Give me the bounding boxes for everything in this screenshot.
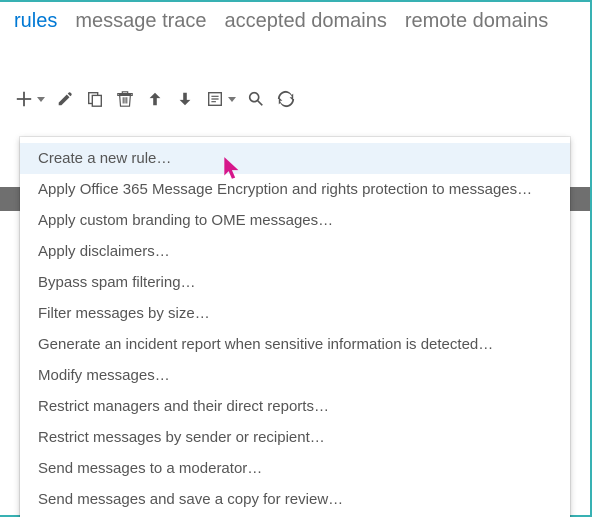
- menu-item[interactable]: Bypass spam filtering…: [20, 267, 570, 298]
- new-rule-dropdown: Create a new rule…Apply Office 365 Messa…: [20, 137, 570, 517]
- move-down-button[interactable]: [175, 89, 195, 109]
- tab-rules[interactable]: rules: [14, 10, 57, 33]
- menu-item[interactable]: Restrict managers and their direct repor…: [20, 391, 570, 422]
- copy-icon: [86, 90, 104, 108]
- edit-button[interactable]: [55, 89, 75, 109]
- refresh-icon: [277, 90, 295, 108]
- menu-item[interactable]: Send messages and save a copy for review…: [20, 484, 570, 515]
- tab-bar: rules message trace accepted domains rem…: [0, 2, 590, 39]
- menu-item[interactable]: Modify messages…: [20, 360, 570, 391]
- refresh-button[interactable]: [276, 89, 296, 109]
- delete-button[interactable]: [115, 89, 135, 109]
- menu-item[interactable]: Restrict messages by sender or recipient…: [20, 422, 570, 453]
- export-icon: [205, 89, 225, 109]
- trash-icon: [116, 90, 134, 108]
- search-icon: [247, 90, 265, 108]
- search-button[interactable]: [246, 89, 266, 109]
- copy-button[interactable]: [85, 89, 105, 109]
- menu-item[interactable]: Filter messages by size…: [20, 298, 570, 329]
- menu-item[interactable]: Apply custom branding to OME messages…: [20, 205, 570, 236]
- toolbar: [0, 39, 590, 117]
- menu-item[interactable]: Create a new rule…: [20, 143, 570, 174]
- menu-item[interactable]: Generate an incident report when sensiti…: [20, 329, 570, 360]
- menu-item[interactable]: Send messages to a moderator…: [20, 453, 570, 484]
- arrow-up-icon: [146, 90, 164, 108]
- tab-message-trace[interactable]: message trace: [75, 10, 206, 33]
- move-up-button[interactable]: [145, 89, 165, 109]
- tab-accepted-domains[interactable]: accepted domains: [225, 10, 387, 33]
- plus-icon: [14, 89, 34, 109]
- new-rule-button[interactable]: [14, 89, 45, 109]
- menu-item[interactable]: Apply Office 365 Message Encryption and …: [20, 174, 570, 205]
- export-button[interactable]: [205, 89, 236, 109]
- tab-remote-domains[interactable]: remote domains: [405, 10, 548, 33]
- chevron-down-icon: [37, 97, 45, 102]
- chevron-down-icon: [228, 97, 236, 102]
- pencil-icon: [56, 90, 74, 108]
- arrow-down-icon: [176, 90, 194, 108]
- menu-item[interactable]: Apply disclaimers…: [20, 236, 570, 267]
